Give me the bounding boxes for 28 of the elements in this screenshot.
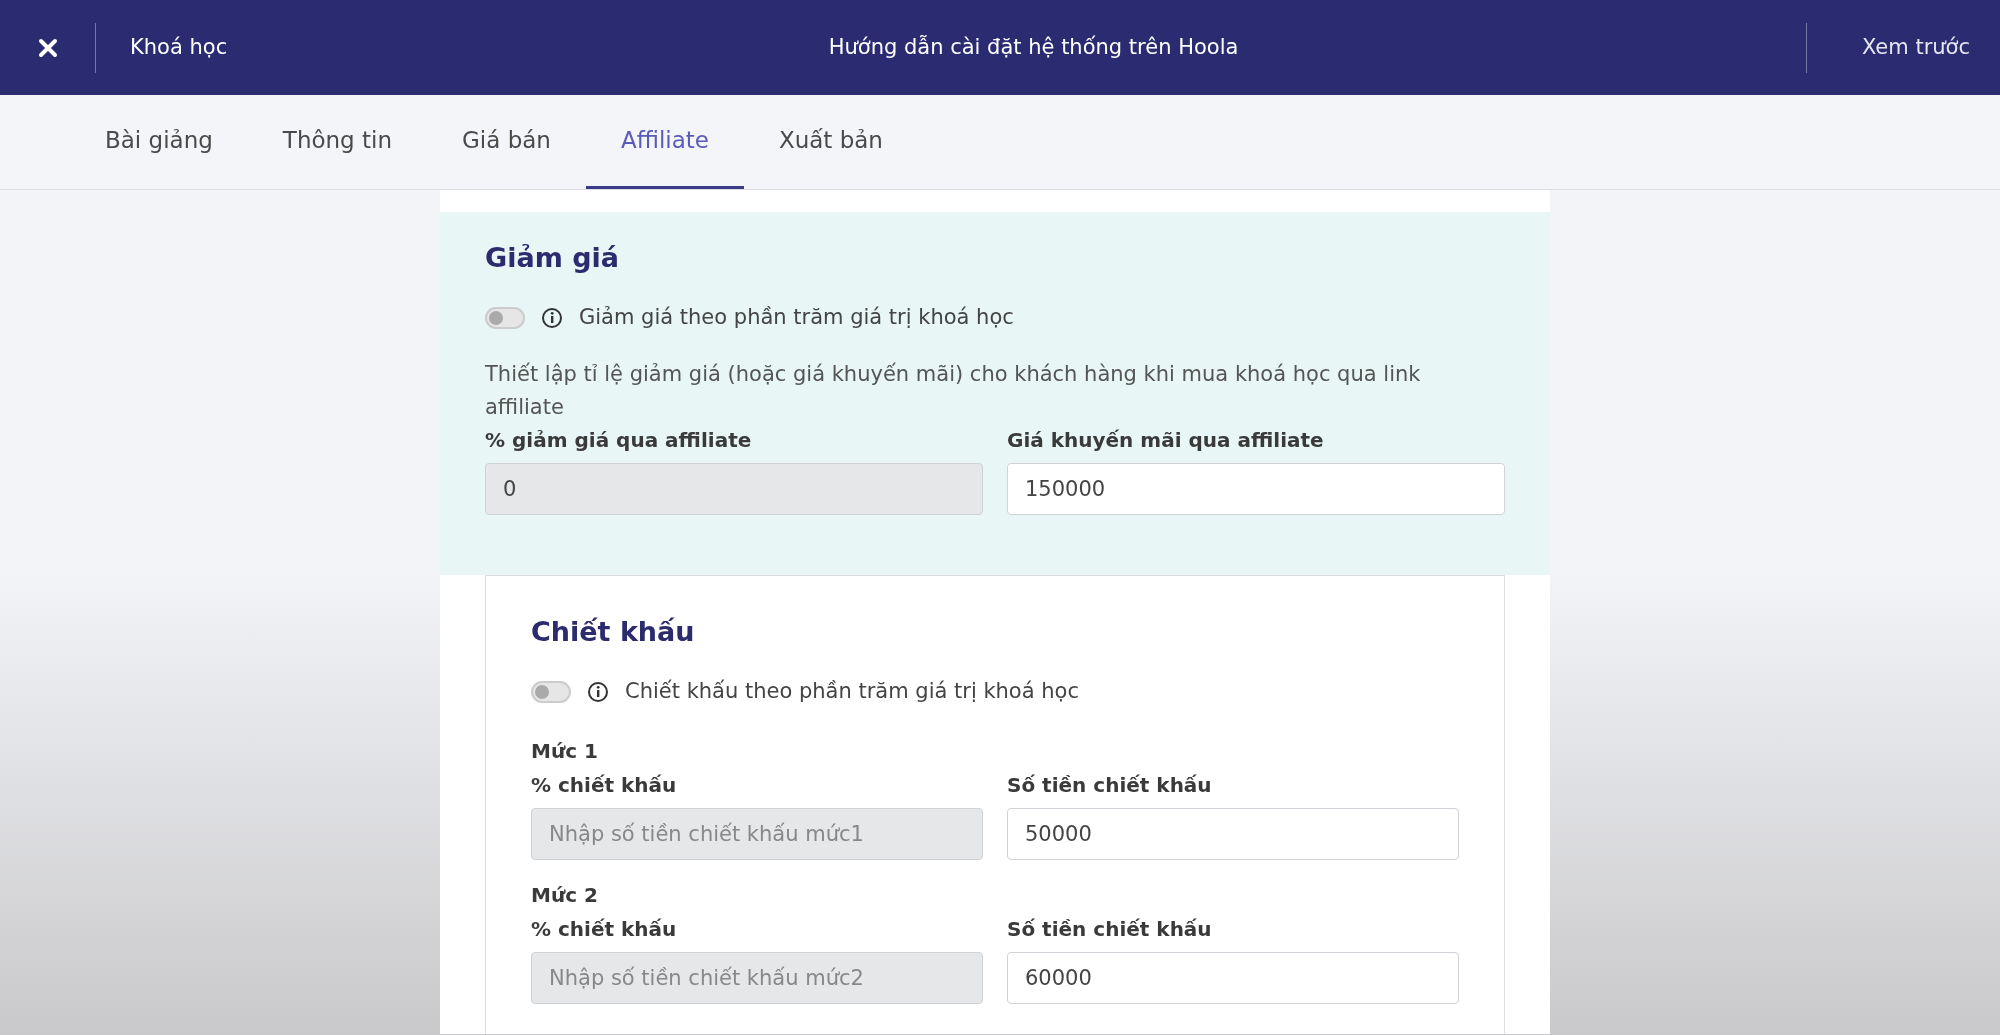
section-title: Chiết khấu bbox=[531, 616, 696, 649]
info-icon bbox=[541, 307, 563, 330]
field-label: Số tiền chiết khấu bbox=[1007, 771, 1213, 799]
toggle-label: Giảm giá theo phần trăm giá trị khoá học bbox=[579, 304, 1014, 332]
tab[interactable]: Xuất bản bbox=[743, 95, 918, 189]
input-field[interactable]: 50000 bbox=[1007, 807, 1459, 860]
close-icon bbox=[37, 37, 58, 58]
field-label: % giảm giá qua affiliate bbox=[485, 427, 753, 455]
tab[interactable]: Giá bán bbox=[427, 95, 586, 189]
field-label: Số tiền chiết khấu bbox=[1007, 915, 1213, 943]
tab[interactable]: Thông tin bbox=[247, 95, 427, 189]
input-field[interactable]: 60000 bbox=[1007, 951, 1459, 1004]
field-label: Giá khuyến mãi qua affiliate bbox=[1007, 427, 1325, 455]
field-label: % chiết khấu bbox=[531, 771, 678, 799]
toggle-switch[interactable] bbox=[531, 681, 571, 704]
level-title: Mức 2 bbox=[531, 881, 599, 909]
field-label: % chiết khấu bbox=[531, 915, 678, 943]
level-title: Mức 1 bbox=[531, 737, 599, 765]
section-title: Giảm giá bbox=[485, 242, 620, 275]
back-link[interactable]: Khoá học bbox=[96, 31, 262, 64]
course-title: Hướng dẫn cài đặt hệ thống trên Hoola bbox=[827, 33, 1240, 61]
toggle-switch[interactable] bbox=[485, 307, 525, 330]
tab[interactable]: Bài giảng bbox=[70, 95, 248, 189]
description-text: Thiết lập tỉ lệ giảm giá (hoặc giá khuyến mãi) cho khách hàng khi mua khoá học qua link affiliate bbox=[485, 360, 1422, 422]
preview-button[interactable]: Xem trước bbox=[1806, 31, 2000, 64]
toggle-label: Chiết khấu theo phần trăm giá trị khoá học bbox=[625, 678, 1079, 706]
input-field[interactable]: 150000 bbox=[1007, 463, 1505, 516]
info-icon bbox=[587, 681, 609, 704]
